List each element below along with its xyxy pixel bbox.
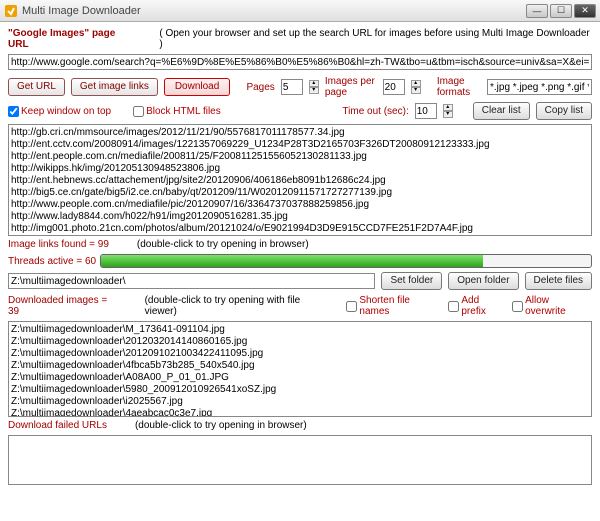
shorten-label: Shorten file names <box>359 295 442 317</box>
shorten-checkbox[interactable]: Shorten file names <box>346 295 442 317</box>
failed-label: Download failed URLs <box>8 420 107 431</box>
list-item[interactable]: http://wikipps.hk/img/201205130948523806… <box>11 163 589 175</box>
ipp-up[interactable]: ▴ <box>411 80 421 87</box>
list-item[interactable]: Z:\multiimagedownloader\2012091021003422… <box>11 348 589 360</box>
add-prefix-input[interactable] <box>448 301 459 312</box>
image-formats-input[interactable] <box>487 79 592 95</box>
delete-files-button[interactable]: Delete files <box>525 272 592 290</box>
ipp-down[interactable]: ▾ <box>411 87 421 94</box>
close-button[interactable]: ✕ <box>574 4 596 18</box>
keep-on-top-input[interactable] <box>8 106 19 117</box>
pages-up[interactable]: ▴ <box>309 80 319 87</box>
list-item[interactable]: http://www.lady8844.com/h022/h91/img2012… <box>11 211 589 223</box>
timeout-up[interactable]: ▴ <box>443 104 453 111</box>
threads-label: Threads active = 60 <box>8 256 96 267</box>
minimize-button[interactable]: — <box>526 4 548 18</box>
images-per-page-label: Images per page <box>325 76 377 98</box>
downloaded-files-list[interactable]: Z:\multiimagedownloader\M_173641-091104.… <box>8 321 592 417</box>
list-item[interactable]: Z:\multiimagedownloader\M_173641-091104.… <box>11 324 589 336</box>
allow-overwrite-label: Allow overwrite <box>525 295 592 317</box>
downloaded-hint: (double-click to try opening with file v… <box>145 295 335 317</box>
pages-label: Pages <box>246 82 274 93</box>
download-button[interactable]: Download <box>164 78 230 96</box>
links-found-label: Image links found = 99 <box>8 239 109 250</box>
list-item[interactable]: http://www.people.com.cn/mediafile/pic/2… <box>11 199 589 211</box>
titlebar: Multi Image Downloader — ☐ ✕ <box>0 0 600 22</box>
list-item[interactable]: Z:\multiimagedownloader\4fbca5b73b285_54… <box>11 360 589 372</box>
image-formats-label: Image formats <box>437 76 481 98</box>
failed-hint: (double-click to try opening in browser) <box>135 420 307 431</box>
pages-input[interactable] <box>281 79 303 95</box>
list-item[interactable]: http://ent.cctv.com/20080914/images/1221… <box>11 139 589 151</box>
clear-list-button[interactable]: Clear list <box>473 102 530 120</box>
url-input[interactable] <box>8 54 592 70</box>
block-html-checkbox[interactable]: Block HTML files <box>133 106 221 117</box>
list-item[interactable]: http://ent.people.com.cn/mediafile/20081… <box>11 151 589 163</box>
images-per-page-input[interactable] <box>383 79 405 95</box>
shorten-input[interactable] <box>346 301 357 312</box>
list-item[interactable]: http://big5.ce.cn/gate/big5/i2.ce.cn/bab… <box>11 187 589 199</box>
list-item[interactable]: Z:\multiimagedownloader\2012032014140860… <box>11 336 589 348</box>
maximize-button[interactable]: ☐ <box>550 4 572 18</box>
allow-overwrite-input[interactable] <box>512 301 523 312</box>
get-url-button[interactable]: Get URL <box>8 78 65 96</box>
links-found-hint: (double-click to try opening in browser) <box>137 239 309 250</box>
list-item[interactable]: http://img001.photo.21cn.com/photos/albu… <box>11 223 589 235</box>
add-prefix-label: Add prefix <box>461 295 506 317</box>
add-prefix-checkbox[interactable]: Add prefix <box>448 295 506 317</box>
timeout-down[interactable]: ▾ <box>443 111 453 118</box>
pages-down[interactable]: ▾ <box>309 87 319 94</box>
list-item[interactable]: Z:\multiimagedownloader\A08A00_P_01_01.J… <box>11 372 589 384</box>
allow-overwrite-checkbox[interactable]: Allow overwrite <box>512 295 592 317</box>
list-item[interactable]: Z:\multiimagedownloader\i2025567.jpg <box>11 396 589 408</box>
image-links-list[interactable]: http://gb.cri.cn/mmsource/images/2012/11… <box>8 124 592 236</box>
folder-input[interactable] <box>8 273 375 289</box>
list-item[interactable]: Z:\multiimagedownloader\5980_20091201092… <box>11 384 589 396</box>
list-item[interactable]: http://gb.cri.cn/mmsource/images/2012/11… <box>11 127 589 139</box>
set-folder-button[interactable]: Set folder <box>381 272 442 290</box>
failed-urls-list[interactable] <box>8 435 592 485</box>
progress-fill <box>101 255 483 267</box>
block-html-label: Block HTML files <box>146 106 221 117</box>
open-folder-button[interactable]: Open folder <box>448 272 518 290</box>
app-icon <box>4 4 18 18</box>
list-item[interactable]: http://ent.hebnews.cc/attachement/jpg/si… <box>11 175 589 187</box>
url-hint: ( Open your browser and set up the searc… <box>159 28 592 50</box>
list-item[interactable]: http://www.yn.xinhuanet.com/ent/2006-08/… <box>11 235 589 236</box>
downloaded-label: Downloaded images = 39 <box>8 295 121 317</box>
window-title: Multi Image Downloader <box>22 5 524 17</box>
url-label: "Google Images" page URL <box>8 28 137 50</box>
progress-bar <box>100 254 592 268</box>
copy-list-button[interactable]: Copy list <box>536 102 592 120</box>
keep-on-top-label: Keep window on top <box>21 106 111 117</box>
get-image-links-button[interactable]: Get image links <box>71 78 158 96</box>
keep-on-top-checkbox[interactable]: Keep window on top <box>8 106 111 117</box>
timeout-label: Time out (sec): <box>342 106 408 117</box>
block-html-input[interactable] <box>133 106 144 117</box>
timeout-input[interactable] <box>415 103 437 119</box>
list-item[interactable]: Z:\multiimagedownloader\4aeabcac0c3e7.jp… <box>11 408 589 417</box>
